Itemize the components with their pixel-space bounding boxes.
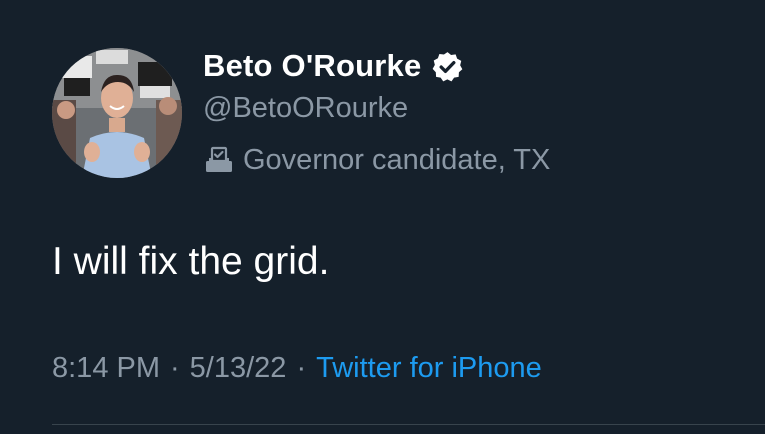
tweet-date[interactable]: 5/13/22 [190, 352, 287, 385]
tweet-meta: 8:14 PM · 5/13/22 · Twitter for iPhone [52, 352, 542, 385]
tweet-source-link[interactable]: Twitter for iPhone [316, 352, 542, 385]
account-label: Governor candidate, TX [203, 140, 550, 180]
tweet-card: Beto O'Rourke @BetoORourke Governor cand… [0, 0, 765, 434]
account-label-text: Governor candidate, TX [243, 143, 551, 176]
tweet-text: I will fix the grid. [52, 240, 330, 283]
author-name-row: Beto O'Rourke [203, 46, 464, 86]
meta-separator: · [296, 352, 307, 384]
author-handle[interactable]: @BetoORourke [203, 92, 408, 125]
tweet-time[interactable]: 8:14 PM [52, 352, 160, 385]
avatar[interactable] [52, 48, 182, 178]
divider [52, 424, 765, 425]
meta-separator: · [170, 352, 180, 384]
ballot-box-icon [203, 144, 235, 176]
verified-badge-icon [431, 50, 464, 83]
profile-photo [52, 48, 182, 178]
display-name[interactable]: Beto O'Rourke [203, 48, 421, 84]
